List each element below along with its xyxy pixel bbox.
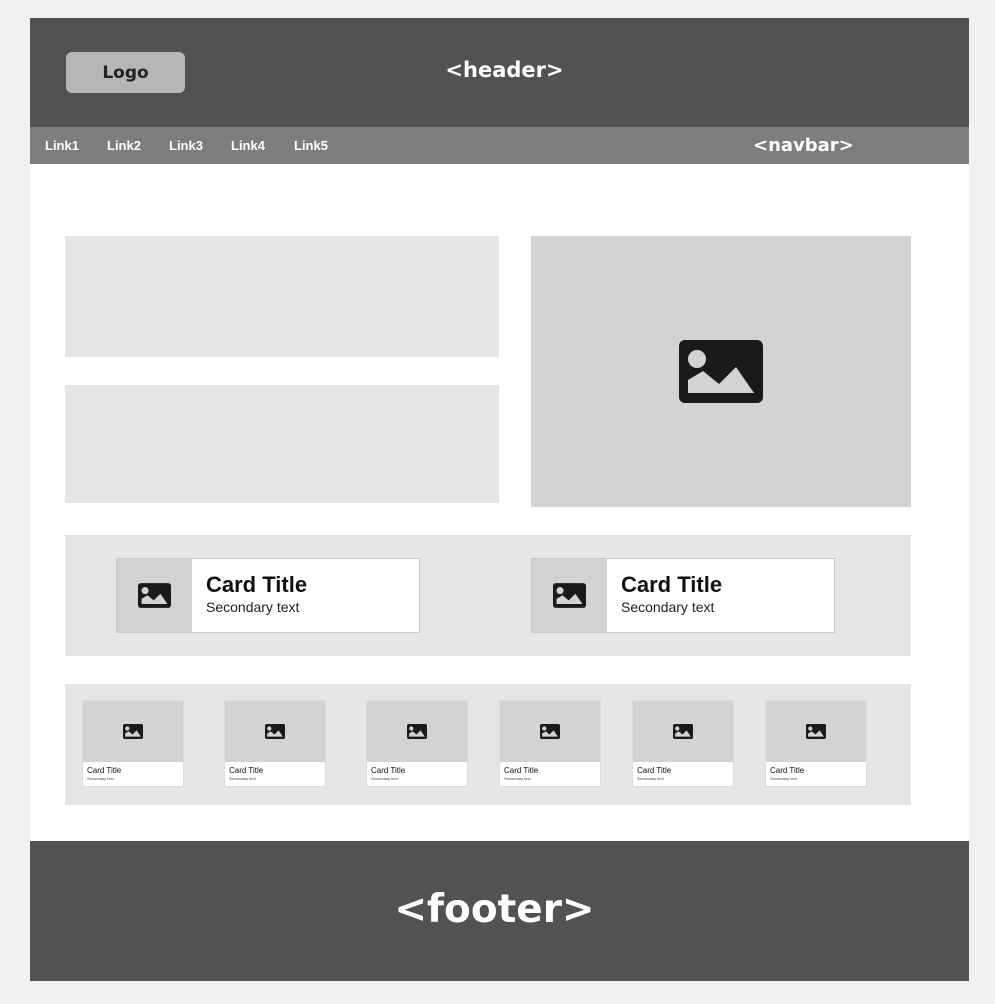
mini-card-title: Card Title — [371, 766, 406, 775]
mini-card-title: Card Title — [637, 766, 672, 775]
nav-link-4[interactable]: Link4 — [231, 127, 265, 164]
mini-card-thumbnail — [766, 701, 866, 762]
nav-link-1[interactable]: Link1 — [45, 127, 79, 164]
mini-card-title: Card Title — [229, 766, 264, 775]
mini-card-secondary-text: Secondary text — [637, 776, 664, 781]
header-label: <header> — [445, 58, 564, 82]
image-icon — [265, 724, 285, 739]
card-thumbnail — [532, 559, 607, 632]
page-frame: Logo <header> Link1 Link2 Link3 Link4 Li… — [30, 18, 969, 981]
footer-label: <footer> — [394, 887, 595, 932]
image-icon — [679, 340, 763, 403]
mini-card-title: Card Title — [504, 766, 539, 775]
card-secondary-text: Secondary text — [621, 599, 715, 615]
nav-link-5[interactable]: Link5 — [294, 127, 328, 164]
nav-link-2[interactable]: Link2 — [107, 127, 141, 164]
mini-card-secondary-text: Secondary text — [87, 776, 114, 781]
mini-card-thumbnail — [367, 701, 467, 762]
mini-card-title: Card Title — [770, 766, 805, 775]
mini-card-title: Card Title — [87, 766, 122, 775]
mini-card-secondary-text: Secondary text — [504, 776, 531, 781]
card-secondary-text: Secondary text — [206, 599, 300, 615]
image-icon — [540, 724, 560, 739]
card-title: Card Title — [621, 572, 723, 597]
navbar: Link1 Link2 Link3 Link4 Link5 <navbar> — [30, 127, 969, 164]
image-icon — [673, 724, 693, 739]
mini-card[interactable]: Card Title Secondary text — [632, 700, 734, 787]
header: Logo <header> — [30, 18, 969, 127]
mini-card-thumbnail — [225, 701, 325, 762]
footer: <footer> — [30, 841, 969, 981]
card[interactable]: Card Title Secondary text — [531, 558, 835, 633]
image-icon — [407, 724, 427, 739]
mini-card[interactable]: Card Title Secondary text — [765, 700, 867, 787]
mini-card-row: Card Title Secondary text Card Title Sec… — [65, 684, 911, 805]
mini-card[interactable]: Card Title Secondary text — [224, 700, 326, 787]
image-icon — [553, 583, 586, 608]
mini-card-secondary-text: Secondary text — [229, 776, 256, 781]
card-title: Card Title — [206, 572, 308, 597]
mini-card-thumbnail — [633, 701, 733, 762]
card[interactable]: Card Title Secondary text — [116, 558, 420, 633]
mini-card-thumbnail — [83, 701, 183, 762]
mini-card[interactable]: Card Title Secondary text — [82, 700, 184, 787]
hero-image-placeholder — [531, 236, 911, 507]
mini-card-thumbnail — [500, 701, 600, 762]
mini-card-secondary-text: Secondary text — [371, 776, 398, 781]
content-block-bottom — [65, 385, 499, 503]
mini-card[interactable]: Card Title Secondary text — [366, 700, 468, 787]
card-thumbnail — [117, 559, 192, 632]
content-block-top — [65, 236, 499, 357]
image-icon — [123, 724, 143, 739]
mini-card-secondary-text: Secondary text — [770, 776, 797, 781]
nav-link-3[interactable]: Link3 — [169, 127, 203, 164]
mini-card[interactable]: Card Title Secondary text — [499, 700, 601, 787]
card-row: Card Title Secondary text Card Title Sec… — [65, 535, 911, 656]
image-icon — [138, 583, 171, 608]
image-icon — [806, 724, 826, 739]
navbar-label: <navbar> — [753, 135, 854, 156]
